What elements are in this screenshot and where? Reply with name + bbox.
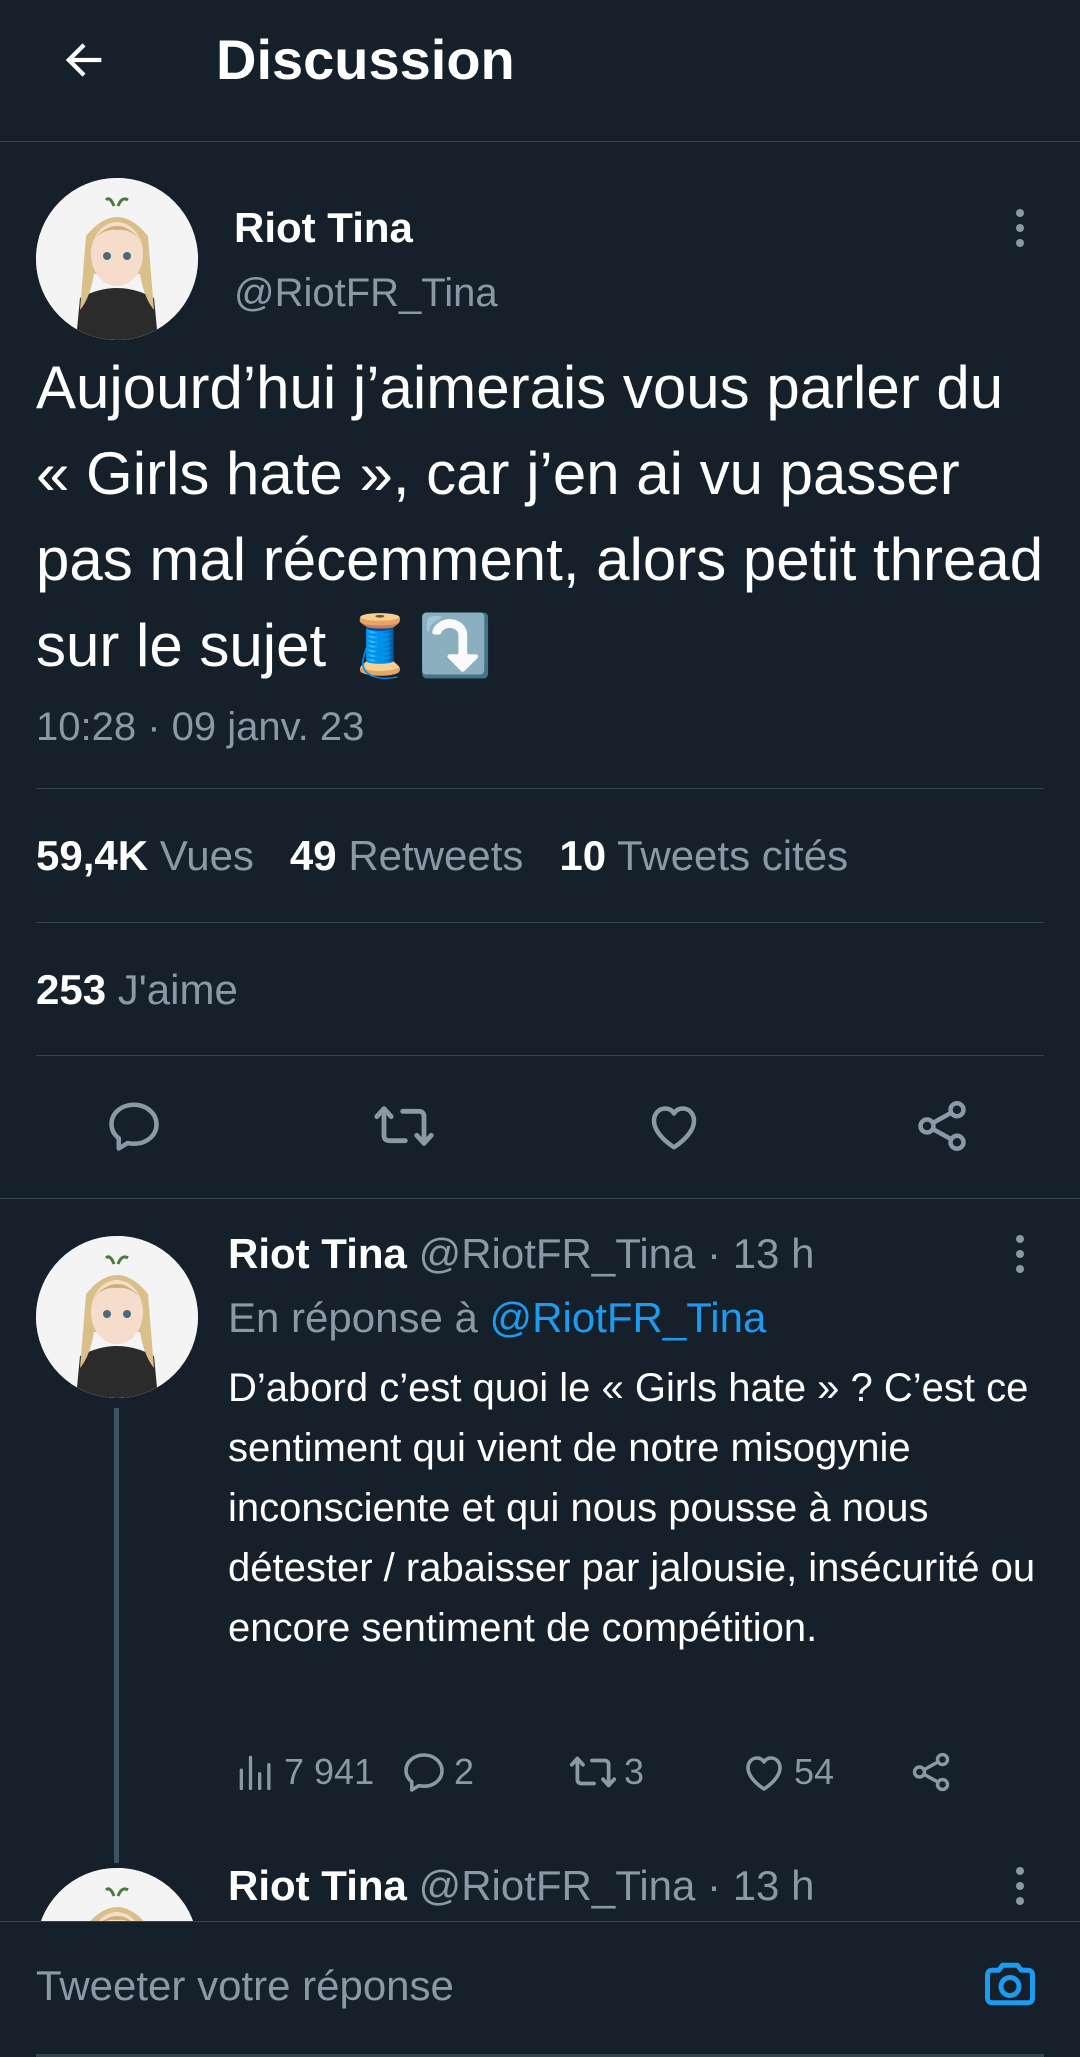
views-count: 59,4K xyxy=(36,832,149,879)
more-vertical-icon xyxy=(1016,1867,1024,1905)
quotes-stat[interactable]: 10 Tweets cités xyxy=(559,832,848,879)
share-icon xyxy=(912,1752,950,1792)
camera-icon xyxy=(985,1962,1035,2006)
reply-share-button[interactable] xyxy=(908,1742,954,1802)
reply-views-count: 7 941 xyxy=(284,1751,375,1792)
in-reply-prefix: En réponse à xyxy=(228,1294,478,1341)
tweet-actions xyxy=(0,1090,1080,1162)
in-reply-handle-link[interactable]: @RiotFR_Tina xyxy=(490,1294,767,1341)
likes-count: 253 xyxy=(36,966,107,1013)
retweet-button[interactable] xyxy=(368,1090,440,1162)
tweet-stats: 59,4K Vues 49 Retweets 10 Tweets cités xyxy=(36,828,848,884)
retweet-icon xyxy=(374,1106,434,1146)
retweet-icon xyxy=(569,1756,617,1788)
next-reply-more-options-button[interactable] xyxy=(1000,1856,1040,1916)
reply-icon xyxy=(109,1102,159,1151)
tweet-text: Aujourd’hui j’aimerais vous parler du « … xyxy=(36,354,1044,679)
reply-retweets-count: 3 xyxy=(624,1751,645,1792)
next-reply-header: Riot Tina @RiotFR_Tina · 13 h xyxy=(228,1858,814,1914)
likes-label: J'aime xyxy=(117,966,238,1013)
like-button[interactable] xyxy=(638,1090,710,1162)
section-separator xyxy=(0,1198,1080,1199)
heart-icon xyxy=(746,1756,782,1791)
reply-text: D’abord c’est quoi le « Girls hate » ? C… xyxy=(228,1366,1036,1650)
reply-retweet-button[interactable]: 3 xyxy=(568,1742,644,1802)
reply-like-button[interactable]: 54 xyxy=(740,1742,834,1802)
avatar-illustration xyxy=(36,1236,198,1398)
reply-author-name[interactable]: Riot Tina xyxy=(228,1230,407,1277)
share-button[interactable] xyxy=(906,1090,978,1162)
author-handle[interactable]: @RiotFR_Tina xyxy=(234,266,498,320)
reply-likes-count: 54 xyxy=(794,1751,835,1792)
page-title: Discussion xyxy=(216,28,515,91)
reply-composer: Tweeter votre réponse xyxy=(0,1921,1080,2057)
reply-header: Riot Tina @RiotFR_Tina · 13 h xyxy=(228,1226,814,1282)
back-button[interactable] xyxy=(52,28,116,92)
author-avatar[interactable] xyxy=(36,178,198,340)
reply-replies-count: 2 xyxy=(454,1751,475,1792)
reply-views-button[interactable]: 7 941 xyxy=(234,1742,374,1802)
quotes-count: 10 xyxy=(559,832,607,879)
reply-more-options-button[interactable] xyxy=(1000,1224,1040,1284)
tweet-timestamp[interactable]: 10:28 · 09 janv. 23 xyxy=(36,700,364,754)
analytics-icon xyxy=(239,1755,271,1791)
more-vertical-icon xyxy=(1016,209,1024,247)
divider xyxy=(36,788,1044,789)
arrow-left-icon xyxy=(65,43,102,77)
views-stat: 59,4K Vues xyxy=(36,832,254,879)
reply-button[interactable] xyxy=(98,1090,170,1162)
next-reply-meta: @RiotFR_Tina · 13 h xyxy=(418,1862,815,1909)
likes-stat[interactable]: 253 J'aime xyxy=(36,962,238,1018)
quotes-label: Tweets cités xyxy=(617,832,849,879)
reply-author-avatar[interactable] xyxy=(36,1236,198,1398)
top-bar: Discussion xyxy=(0,0,1080,142)
avatar-illustration xyxy=(36,178,198,340)
camera-button[interactable] xyxy=(978,1952,1042,2016)
divider xyxy=(36,922,1044,923)
more-options-button[interactable] xyxy=(1000,198,1040,258)
in-reply-to: En réponse à @RiotFR_Tina xyxy=(228,1290,766,1346)
retweets-label: Retweets xyxy=(348,832,524,879)
reply-meta: @RiotFR_Tina · 13 h xyxy=(418,1230,815,1277)
reply-input[interactable]: Tweeter votre réponse xyxy=(36,1958,454,2014)
next-reply-author-name[interactable]: Riot Tina xyxy=(228,1862,407,1909)
thread-line xyxy=(114,1408,119,1863)
divider xyxy=(36,1055,1044,1056)
views-label: Vues xyxy=(159,832,254,879)
reply-reply-button[interactable]: 2 xyxy=(400,1742,474,1802)
share-icon xyxy=(918,1101,966,1151)
retweets-stat[interactable]: 49 Retweets xyxy=(290,832,523,879)
reply-icon xyxy=(404,1753,444,1792)
retweets-count: 49 xyxy=(289,832,337,879)
author-name[interactable]: Riot Tina xyxy=(234,200,413,256)
heart-icon xyxy=(651,1106,697,1150)
more-vertical-icon xyxy=(1016,1235,1024,1273)
reply-actions: 7 941 2 3 54 xyxy=(228,1742,1008,1802)
